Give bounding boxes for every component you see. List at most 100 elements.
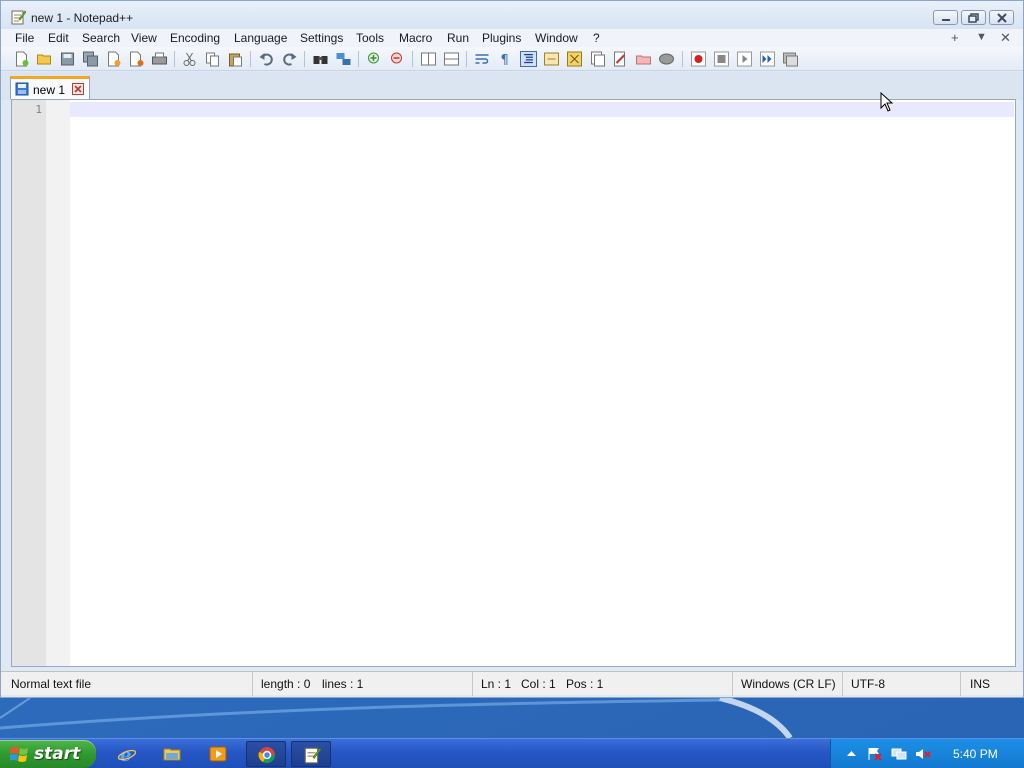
new-tab-plus-button[interactable]: + [951,30,959,45]
word-wrap-icon[interactable] [474,51,491,67]
restore-icon [968,13,979,23]
fold-margin[interactable] [46,100,70,666]
menu-file[interactable]: File [15,31,34,45]
status-col: Col : 1 [521,677,556,691]
minimize-button[interactable] [933,10,958,25]
title-bar[interactable]: new 1 - Notepad++ [1,1,1023,31]
doc-map-icon[interactable] [566,51,583,67]
line-number-gutter: 1 [12,100,46,666]
start-label: start [34,744,81,764]
network-icon[interactable] [891,747,907,761]
current-line-highlight[interactable] [70,102,1014,117]
toolbar: ¶ [1,47,1023,71]
close-window-button[interactable] [989,10,1014,25]
menu-search[interactable]: Search [82,31,120,45]
status-mode-cell: INS [961,672,1023,696]
menu-encoding[interactable]: Encoding [170,31,220,45]
taskbar-internet-explorer[interactable]: e [107,741,147,767]
zoom-out-icon[interactable] [389,51,406,67]
text-editor[interactable]: 1 [11,99,1016,667]
redo-icon[interactable] [281,51,298,67]
menu-tools[interactable]: Tools [356,31,384,45]
line-number: 1 [35,103,42,116]
clock[interactable]: 5:40 PM [953,747,998,761]
menu-run[interactable]: Run [447,31,469,45]
restore-button[interactable] [961,10,986,25]
tab-new-1[interactable]: new 1 [10,76,90,99]
notepadpp-app-icon [11,10,26,25]
show-all-chars-icon[interactable]: ¶ [497,51,514,67]
new-file-icon[interactable] [13,51,30,67]
menu-settings[interactable]: Settings [300,31,343,45]
action-center-icon[interactable] [867,747,883,761]
open-file-icon[interactable] [36,51,53,67]
find-icon[interactable] [312,51,329,67]
close-all-icon[interactable] [128,51,145,67]
status-eol: Windows (CR LF) [741,677,836,691]
status-length: length : 0 [261,677,311,691]
taskbar-chrome[interactable] [246,741,286,767]
tab-list-dropdown-button[interactable]: ▼ [976,31,987,43]
toolbar-separator [174,51,175,67]
close-file-icon[interactable] [105,51,122,67]
copy-icon[interactable] [204,51,221,67]
file-explorer-icon [163,748,181,761]
function-list-icon[interactable] [589,51,606,67]
status-bar: Normal text file length : 0 lines : 1 Ln… [1,671,1023,696]
taskbar-media-player[interactable] [198,741,238,767]
print-icon[interactable] [151,51,168,67]
media-player-icon [209,746,227,762]
status-encoding-cell[interactable]: UTF-8 [843,672,961,696]
folder-icon[interactable] [635,51,652,67]
folder-as-workspace-icon[interactable] [612,51,629,67]
taskbar-file-explorer[interactable] [152,741,192,767]
status-file-type-cell: Normal text file [1,672,253,696]
save-macro-icon[interactable] [782,51,799,67]
paste-icon[interactable] [227,51,244,67]
user-defined-language-icon[interactable] [543,51,560,67]
menu-help[interactable]: ? [593,31,600,45]
desktop-wallpaper [0,698,793,738]
save-icon[interactable] [59,51,76,67]
stop-record-icon[interactable] [713,51,730,67]
menu-language[interactable]: Language [234,31,287,45]
monitoring-icon[interactable] [658,51,675,67]
notepadpp-icon [304,747,321,764]
toolbar-separator [358,51,359,67]
replace-icon[interactable] [335,51,352,67]
status-eol-cell[interactable]: Windows (CR LF) [733,672,843,696]
sync-vertical-icon[interactable] [420,51,437,67]
toolbar-separator [682,51,683,67]
run-macro-multiple-icon[interactable] [759,51,776,67]
taskbar: start e 5:40 PM [0,738,1024,768]
indent-guide-icon[interactable] [520,51,537,67]
toolbar-separator [250,51,251,67]
internet-explorer-icon: e [118,745,136,763]
menu-plugins[interactable]: Plugins [482,31,521,45]
show-hidden-icons-icon[interactable] [847,750,856,757]
minimize-icon [942,19,950,21]
taskbar-notepadpp[interactable] [291,741,331,767]
zoom-in-icon[interactable] [366,51,383,67]
close-tab-icon[interactable] [72,83,84,95]
status-position-cell: Ln : 1 Col : 1 Pos : 1 [473,672,733,696]
record-macro-icon[interactable] [690,51,707,67]
save-all-icon[interactable] [82,51,99,67]
toolbar-separator [304,51,305,67]
sync-horizontal-icon[interactable] [443,51,460,67]
menu-window[interactable]: Window [535,31,578,45]
cut-icon[interactable] [181,51,198,67]
undo-icon[interactable] [258,51,275,67]
menu-macro[interactable]: Macro [399,31,432,45]
volume-muted-icon[interactable] [915,747,931,761]
mouse-cursor-icon [880,92,894,112]
svg-text:¶: ¶ [501,53,509,67]
menu-view[interactable]: View [131,31,157,45]
window-title: new 1 - Notepad++ [31,11,134,25]
play-macro-icon[interactable] [736,51,753,67]
menu-edit[interactable]: Edit [48,31,69,45]
tab-label: new 1 [33,83,66,97]
start-button[interactable]: start [0,740,96,768]
status-insert-mode: INS [970,677,991,691]
close-document-button[interactable]: ✕ [1000,30,1011,46]
